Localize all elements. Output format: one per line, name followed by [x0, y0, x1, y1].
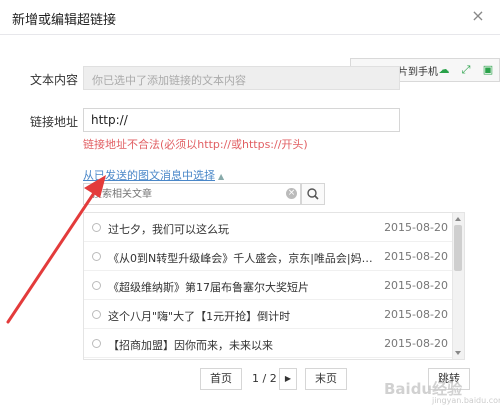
search-icon	[307, 188, 319, 200]
article-date: 2015-08-20	[384, 337, 448, 350]
clear-search-icon[interactable]: ×	[286, 188, 297, 199]
list-item[interactable]: 【招商加盟】因你而来，未来以来 2015-08-20	[84, 331, 454, 358]
url-label: 链接地址	[29, 115, 78, 129]
close-icon[interactable]: ×	[470, 8, 486, 24]
select-from-sent-label: 从已发送的图文消息中选择	[83, 169, 215, 182]
article-date: 2015-08-20	[384, 279, 448, 292]
first-page-button[interactable]: 首页	[200, 368, 242, 390]
article-date: 2015-08-20	[384, 250, 448, 263]
last-page-button[interactable]: 末页	[305, 368, 347, 390]
search-button[interactable]	[301, 183, 325, 205]
select-from-sent-link[interactable]: 从已发送的图文消息中选择 ▲	[83, 167, 224, 183]
article-title: 这个八月"嗨"大了【1元开抢】倒计时	[108, 310, 291, 323]
watermark-url: jingyan.baidu.com	[432, 396, 500, 405]
dialog-title: 新增或编辑超链接	[12, 13, 117, 28]
list-item[interactable]: 这个八月"嗨"大了【1元开抢】倒计时 2015-08-20	[84, 302, 454, 329]
list-item[interactable]: 《超级维纳斯》第17届布鲁塞尔大奖短片 2015-08-20	[84, 273, 454, 300]
list-scrollbar[interactable]	[452, 213, 464, 359]
radio-button[interactable]	[92, 339, 101, 348]
radio-button[interactable]	[92, 252, 101, 261]
expand-icon[interactable]: ⤢	[459, 63, 473, 77]
list-item[interactable]: 过七夕，我们可以这么玩 2015-08-20	[84, 215, 454, 242]
caret-up-icon: ▲	[218, 172, 225, 181]
page-indicator: 1 / 2	[252, 372, 277, 385]
next-page-button[interactable]: ▶	[279, 368, 297, 390]
article-title: 【招商加盟】因你而来，未来以来	[108, 339, 273, 352]
text-content-label: 文本内容	[29, 73, 78, 87]
save-icon[interactable]: ▣	[481, 63, 495, 77]
text-content-field: 你已选中了添加链接的文本内容	[83, 66, 400, 90]
article-date: 2015-08-20	[384, 221, 448, 234]
radio-button[interactable]	[92, 310, 101, 319]
article-date: 2015-08-20	[384, 308, 448, 321]
article-title: 《从0到N转型升级峰会》千人盛会，京东|唯品会|妈咪快美|美...	[108, 252, 378, 265]
dialog-header: 新增或编辑超链接 ×	[0, 0, 500, 35]
url-error-message: 链接地址不合法(必须以http://或https://开头)	[83, 138, 308, 151]
url-input[interactable]	[83, 108, 400, 132]
article-title: 过七夕，我们可以这么玩	[108, 223, 229, 236]
article-list: 过七夕，我们可以这么玩 2015-08-20 《从0到N转型升级峰会》千人盛会，…	[83, 212, 465, 360]
scroll-thumb[interactable]	[454, 225, 462, 271]
radio-button[interactable]	[92, 281, 101, 290]
cloud-icon[interactable]: ☁	[437, 63, 451, 77]
article-search-input[interactable]	[83, 183, 301, 205]
radio-button[interactable]	[92, 223, 101, 232]
scroll-down-icon[interactable]	[455, 351, 461, 355]
scroll-up-icon[interactable]	[455, 217, 461, 221]
list-item[interactable]: 《从0到N转型升级峰会》千人盛会，京东|唯品会|妈咪快美|美... 2015-0…	[84, 244, 454, 271]
article-title: 《超级维纳斯》第17届布鲁塞尔大奖短片	[108, 281, 309, 294]
